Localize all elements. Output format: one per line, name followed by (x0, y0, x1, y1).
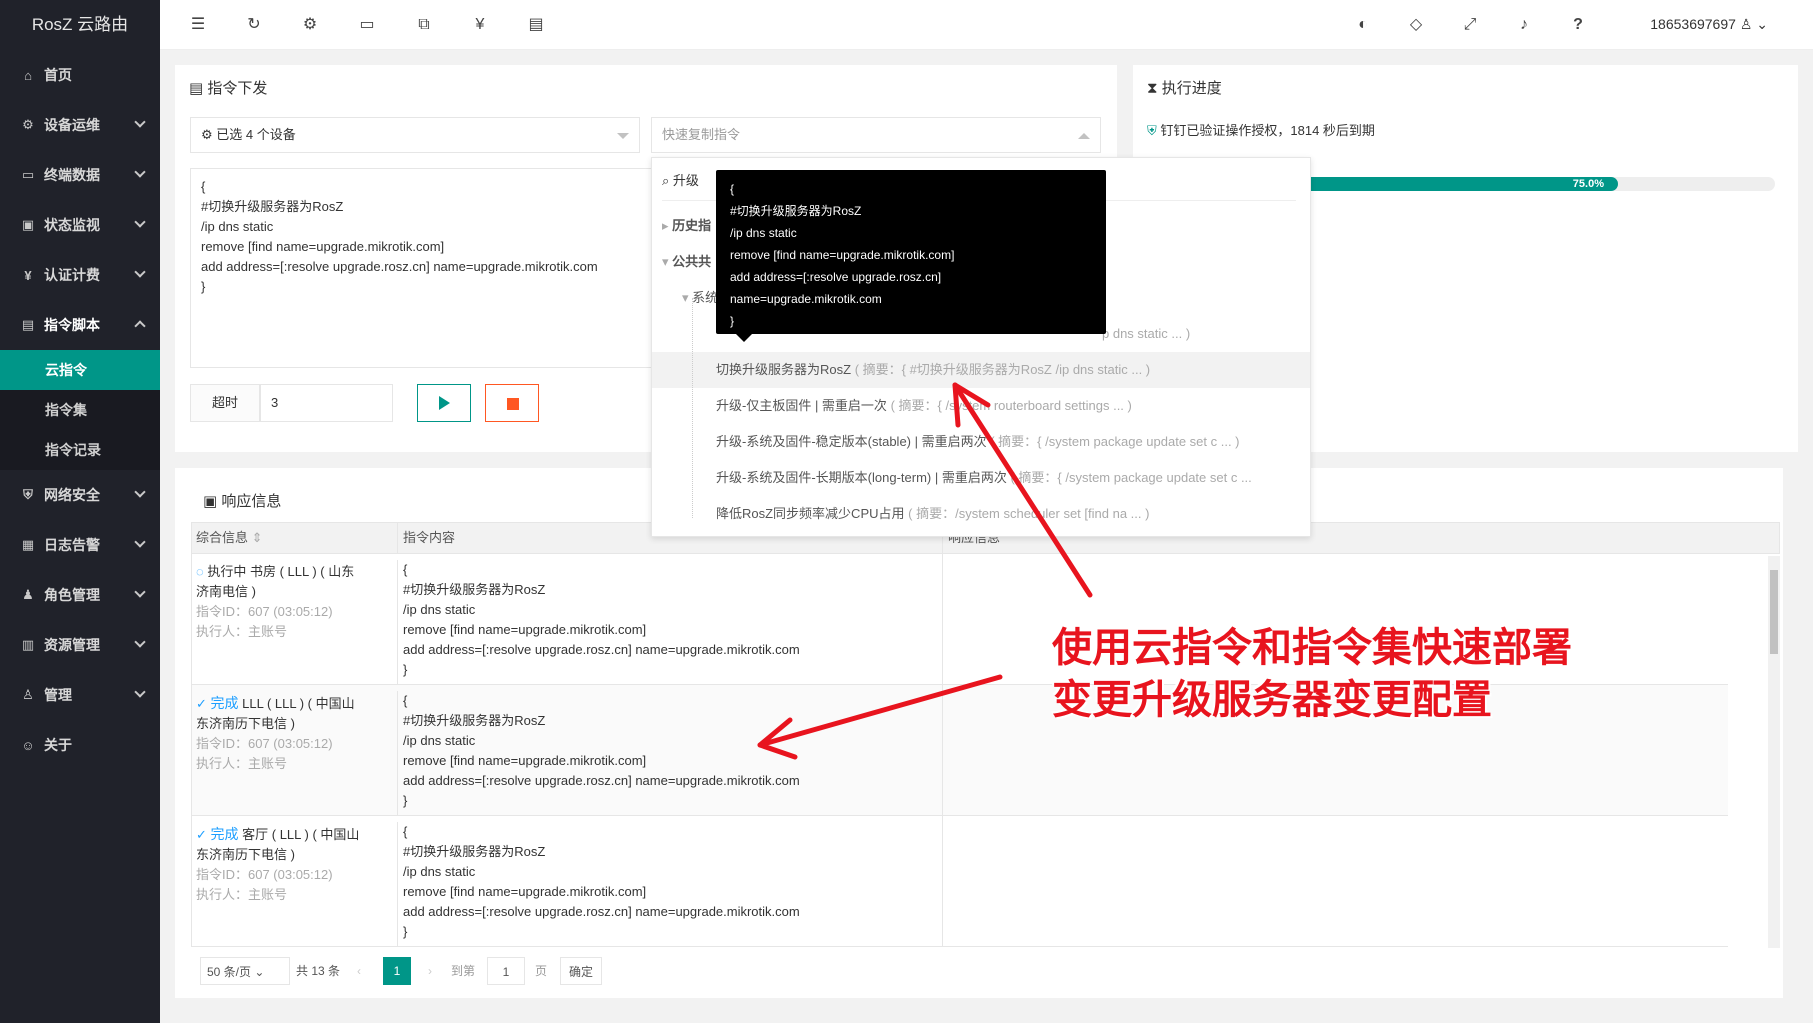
annotation-text: 使用云指令和指令集快速部署 变更升级服务器变更配置 (1052, 625, 1572, 723)
annotation-arrows (757, 382, 1093, 760)
arrow-left-line (757, 674, 1003, 748)
arrow-up-line (952, 382, 1093, 598)
